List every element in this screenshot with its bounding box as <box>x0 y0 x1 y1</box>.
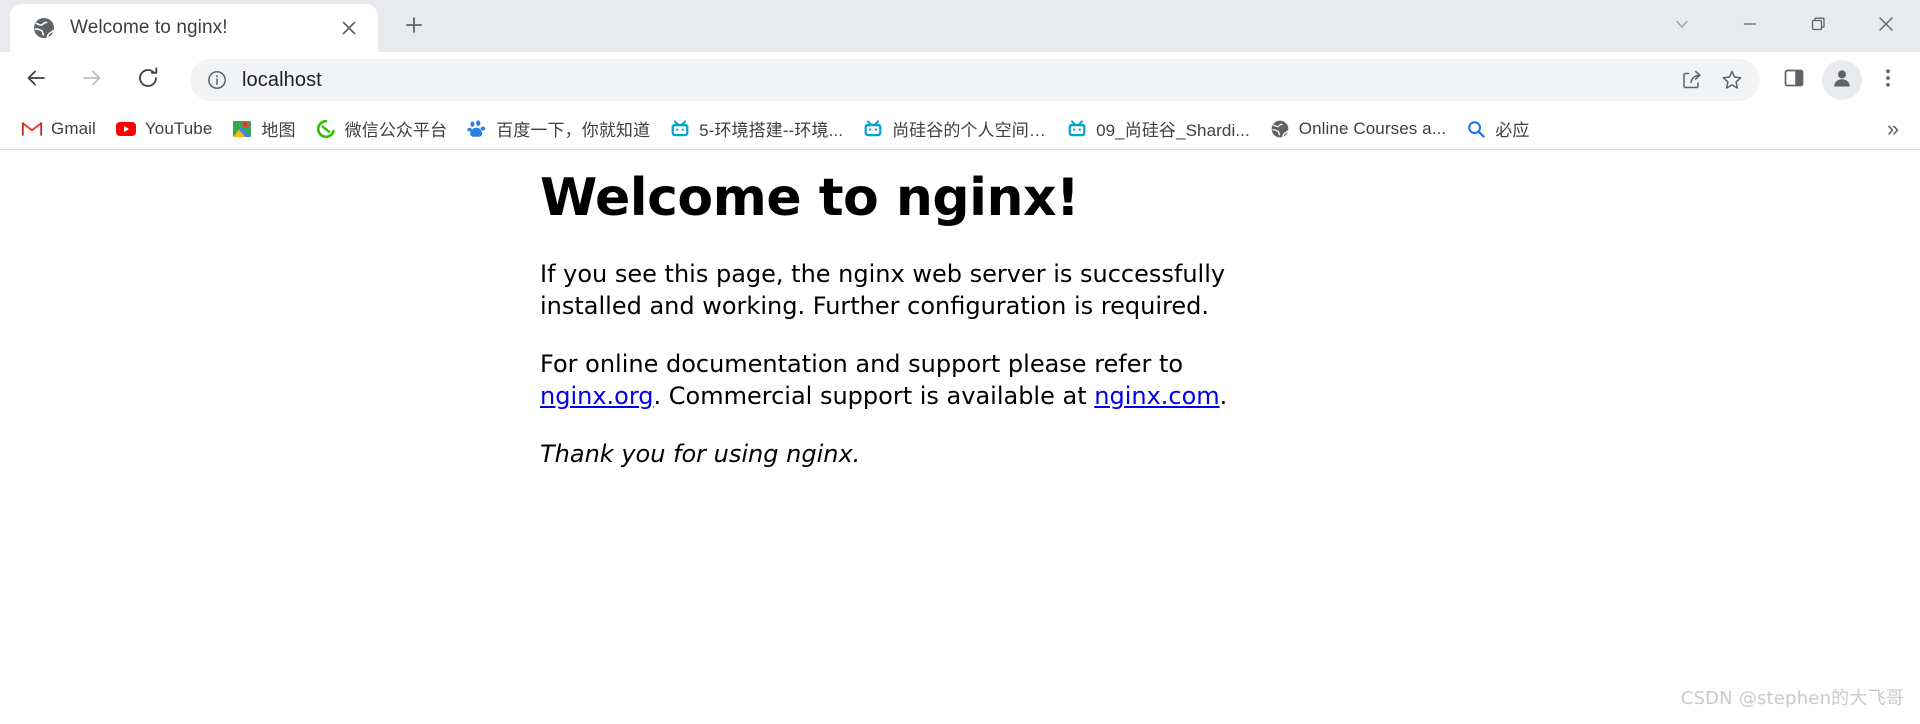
bookmark-item-online-courses[interactable]: Online Courses a... <box>1262 113 1454 145</box>
bookmark-label: Gmail <box>51 118 96 138</box>
bookmark-item-wechat-mp[interactable]: 微信公众平台 <box>308 113 456 145</box>
new-tab-button[interactable] <box>392 5 436 49</box>
bookmarks-overflow-button[interactable]: » <box>1878 114 1908 144</box>
bookmark-label: 微信公众平台 <box>344 121 448 140</box>
maximize-button[interactable] <box>1784 0 1852 52</box>
bookmark-item-youtube[interactable]: YouTube <box>108 113 221 145</box>
google-maps-icon <box>232 119 252 139</box>
arrow-left-icon <box>23 65 49 96</box>
avatar <box>1830 66 1854 95</box>
docs-paragraph: For online documentation and support ple… <box>540 349 1300 413</box>
bilibili-icon <box>670 119 690 139</box>
back-button[interactable] <box>14 58 58 102</box>
page-title: Welcome to nginx! <box>540 168 1080 228</box>
bookmark-label: 必应 <box>1495 121 1530 140</box>
nginx-org-link[interactable]: nginx.org <box>540 382 654 410</box>
globe-icon <box>1270 119 1290 139</box>
address-bar[interactable]: localhost <box>190 59 1760 101</box>
restore-icon <box>1809 15 1827 38</box>
thanks-paragraph: Thank you for using nginx. <box>540 439 861 468</box>
forward-button[interactable] <box>70 58 114 102</box>
side-panel-icon <box>1782 66 1806 95</box>
arrow-right-icon <box>79 65 105 96</box>
baidu-icon <box>467 119 487 139</box>
minimize-button[interactable] <box>1716 0 1784 52</box>
info-circle-icon[interactable] <box>204 67 230 93</box>
side-panel-button[interactable] <box>1774 60 1814 100</box>
tab-title: Welcome to nginx! <box>70 17 228 38</box>
chevron-down-icon <box>1673 15 1691 38</box>
bookmark-label: YouTube <box>144 118 213 138</box>
csdn-watermark: CSDN @stephen的大飞哥 <box>1680 688 1904 709</box>
share-icon[interactable] <box>1674 62 1710 98</box>
close-icon <box>1876 14 1896 39</box>
bookmark-item-bilibili-3[interactable]: 09_尚硅谷_Shardi... <box>1059 113 1258 145</box>
browser-toolbar: localhost <box>0 52 1920 108</box>
tab-strip: Welcome to nginx! <box>0 0 1920 52</box>
bookmark-item-bing[interactable]: 必应 <box>1458 113 1537 145</box>
bookmark-item-maps[interactable]: 地图 <box>224 113 303 145</box>
window-controls <box>1648 0 1920 52</box>
browser-window: Welcome to nginx! localhost Gmail YouTub… <box>0 0 1920 724</box>
minimize-icon <box>1741 15 1759 38</box>
bookmark-label: 5-环境搭建--环境... <box>699 121 844 140</box>
nginx-welcome-content: Welcome to nginx! If you see this page, … <box>540 168 1300 497</box>
bookmark-label: 百度一下，你就知道 <box>496 121 651 140</box>
bookmark-star-icon[interactable] <box>1714 62 1750 98</box>
docs-text-pre: For online documentation and support ple… <box>540 350 1184 378</box>
wechat-mp-icon <box>316 119 336 139</box>
nginx-com-link[interactable]: nginx.com <box>1094 382 1219 410</box>
bookmark-label: Online Courses a... <box>1298 118 1447 138</box>
close-window-button[interactable] <box>1852 0 1920 52</box>
bookmarks-bar: Gmail YouTube 地图 微信公众平台 百度一下，你就知道 5-环境搭建… <box>0 108 1920 150</box>
url-text[interactable]: localhost <box>242 69 1670 92</box>
chrome-menu-button[interactable] <box>1868 60 1908 100</box>
plus-icon <box>404 15 424 40</box>
bookmark-item-gmail[interactable]: Gmail <box>14 113 104 145</box>
gmail-icon <box>22 119 42 139</box>
bookmark-item-bilibili-2[interactable]: 尚硅谷的个人空间_... <box>855 113 1055 145</box>
bilibili-icon <box>863 119 883 139</box>
bookmark-item-baidu[interactable]: 百度一下，你就知道 <box>459 113 658 145</box>
bilibili-icon <box>1067 119 1087 139</box>
profile-button[interactable] <box>1822 60 1862 100</box>
intro-paragraph: If you see this page, the nginx web serv… <box>540 260 1226 321</box>
browser-tab[interactable]: Welcome to nginx! <box>10 4 378 52</box>
tab-search-button[interactable] <box>1648 0 1716 52</box>
more-vertical-icon <box>1877 67 1899 94</box>
bookmark-item-bilibili-1[interactable]: 5-环境搭建--环境... <box>662 113 851 145</box>
close-icon[interactable] <box>334 13 364 43</box>
bookmark-label: 地图 <box>261 121 296 140</box>
reload-button[interactable] <box>126 58 170 102</box>
youtube-icon <box>115 119 136 139</box>
reload-icon <box>135 65 161 96</box>
page-viewport: Welcome to nginx! If you see this page, … <box>0 150 1920 724</box>
docs-text-mid: . Commercial support is available at <box>653 381 1095 410</box>
search-icon <box>1466 119 1486 139</box>
bookmark-label: 尚硅谷的个人空间_... <box>892 121 1048 140</box>
docs-text-post: . <box>1219 381 1228 410</box>
globe-icon <box>32 16 56 40</box>
bookmark-label: 09_尚硅谷_Shardi... <box>1096 121 1250 140</box>
omnibox-actions <box>1670 62 1750 98</box>
